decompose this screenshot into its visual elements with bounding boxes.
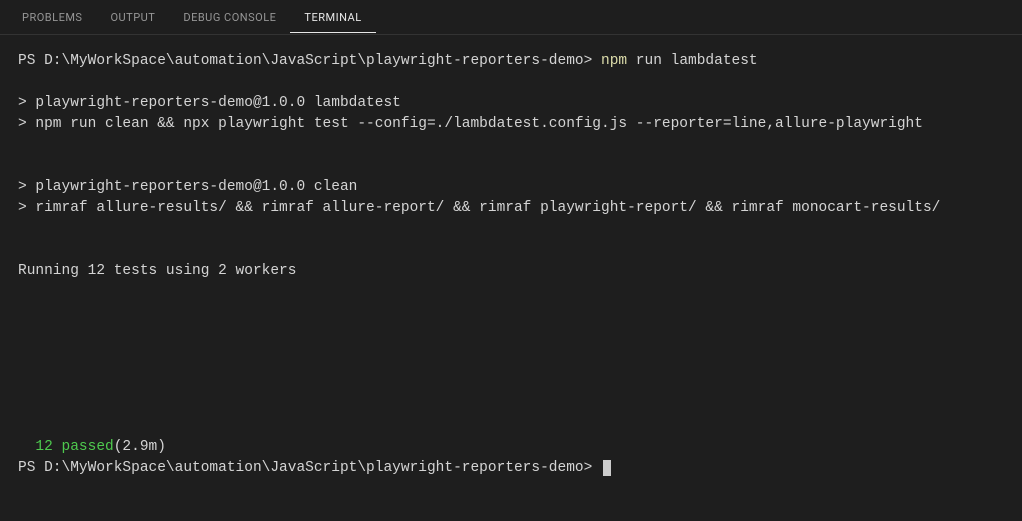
- test-result-line: 12 passed (2.9m): [18, 437, 1004, 458]
- tab-output[interactable]: OUTPUT: [96, 3, 169, 32]
- terminal-line: > rimraf allure-results/ && rimraf allur…: [18, 198, 1004, 219]
- prompt-path: PS D:\MyWorkSpace\automation\JavaScript\…: [18, 460, 592, 476]
- test-duration: (2.9m): [114, 437, 166, 458]
- terminal-line: PS D:\MyWorkSpace\automation\JavaScript\…: [18, 51, 1004, 72]
- terminal-line: PS D:\MyWorkSpace\automation\JavaScript\…: [18, 458, 1004, 479]
- command-args: run lambdatest: [627, 53, 758, 69]
- tab-debug-console[interactable]: DEBUG CONSOLE: [169, 3, 290, 32]
- terminal-line: Running 12 tests using 2 workers: [18, 261, 1004, 282]
- terminal-line: > npm run clean && npx playwright test -…: [18, 114, 1004, 135]
- passed-count: 12 passed: [35, 437, 113, 458]
- terminal-cursor: [603, 460, 611, 476]
- prompt-path: PS D:\MyWorkSpace\automation\JavaScript\…: [18, 53, 601, 69]
- terminal-line: > playwright-reporters-demo@1.0.0 lambda…: [18, 93, 1004, 114]
- terminal-output[interactable]: PS D:\MyWorkSpace\automation\JavaScript\…: [0, 35, 1022, 495]
- panel-tab-bar: PROBLEMS OUTPUT DEBUG CONSOLE TERMINAL: [0, 0, 1022, 35]
- tab-problems[interactable]: PROBLEMS: [8, 3, 96, 32]
- tab-terminal[interactable]: TERMINAL: [290, 3, 375, 33]
- command-npm: npm: [601, 53, 627, 69]
- terminal-line: > playwright-reporters-demo@1.0.0 clean: [18, 177, 1004, 198]
